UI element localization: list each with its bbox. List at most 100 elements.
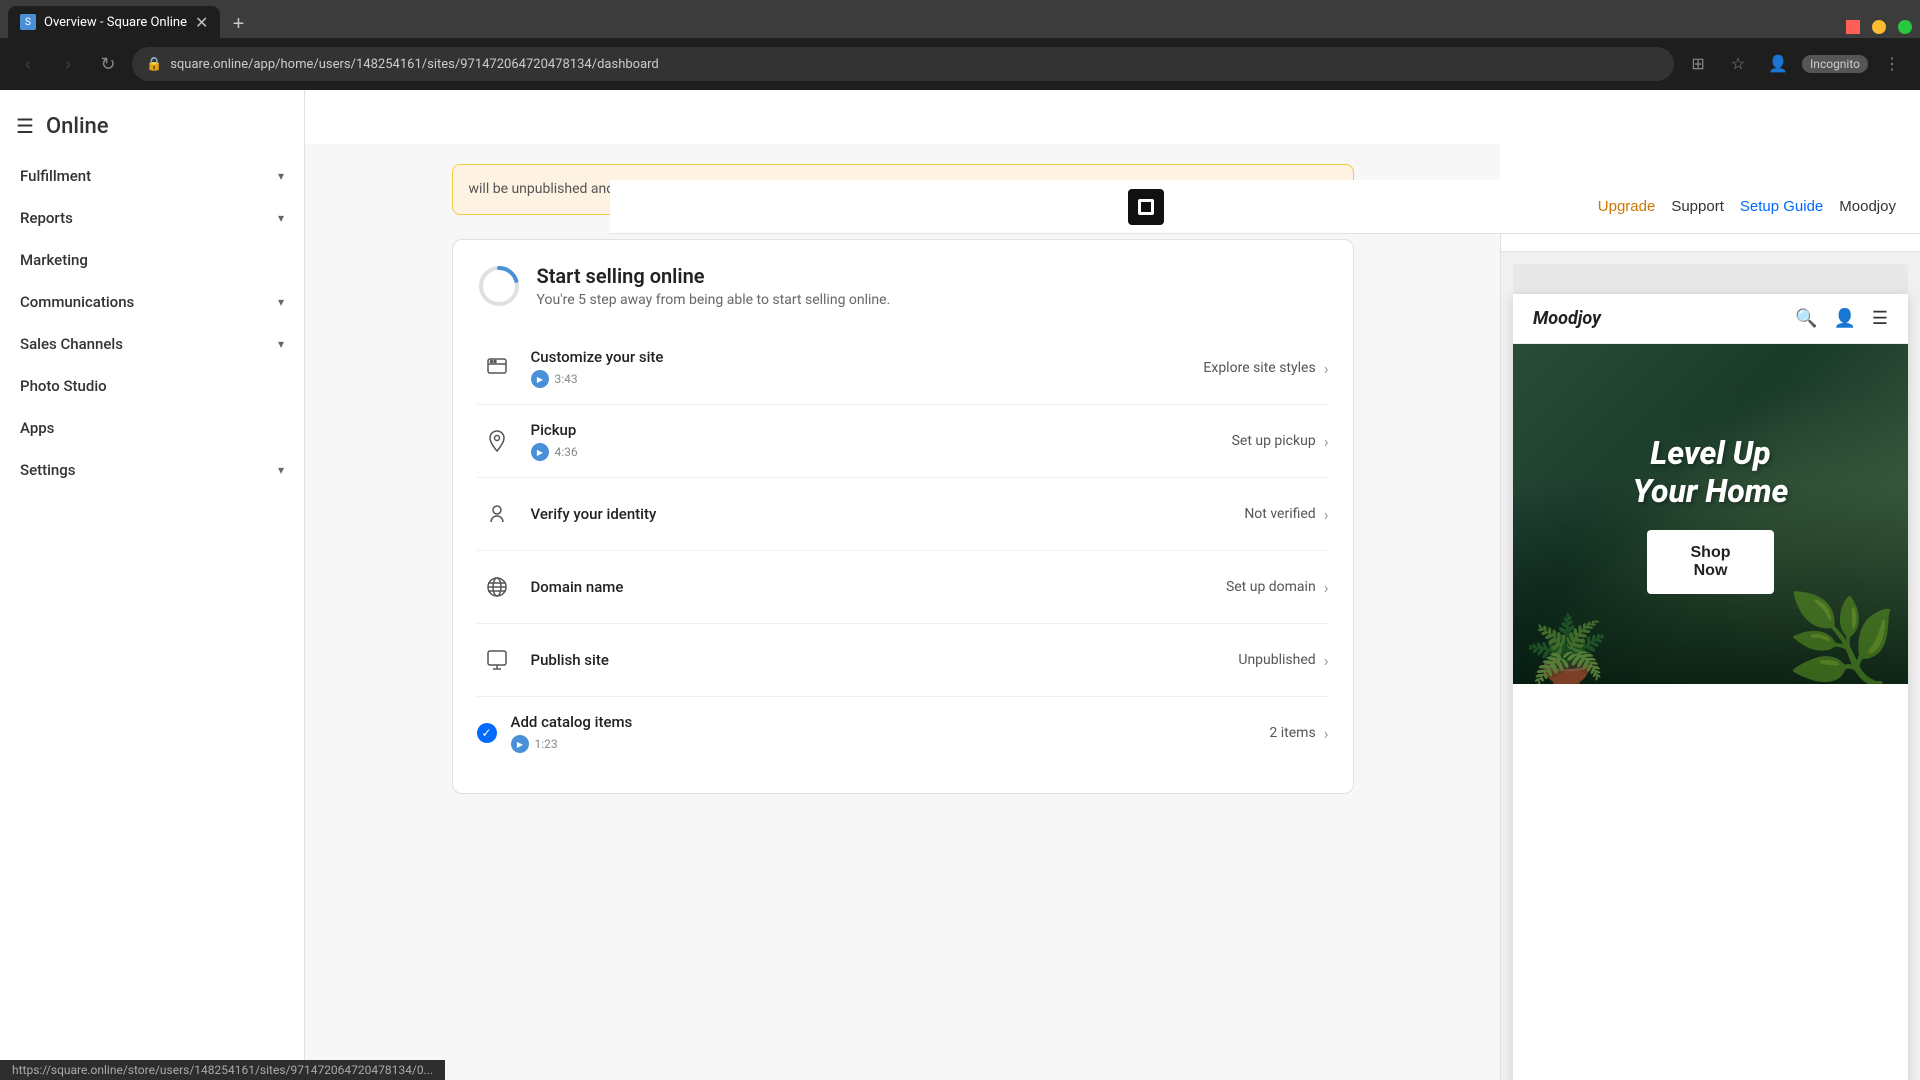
sidebar-sales-label: Sales Channels: [20, 335, 123, 353]
task-catalog-action: 2 items ›: [1269, 724, 1328, 743]
verify-identity-icon: [477, 494, 517, 534]
task-publish-title: Publish site: [531, 651, 1239, 669]
status-bar: https://square.online/store/users/148254…: [0, 1060, 445, 1080]
catalog-play-icon: ▶: [511, 735, 529, 753]
app: ☰ Online Fulfillment ▾ Reports ▾ Marketi…: [0, 90, 1920, 1080]
task-customize-content: Customize your site ▶ 3:43: [531, 348, 1204, 388]
task-publish-site[interactable]: Publish site Unpublished ›: [477, 624, 1329, 697]
task-domain-title: Domain name: [531, 578, 1226, 596]
plant-left-icon: 🪴: [1523, 612, 1610, 684]
not-verified-text: Not verified: [1244, 506, 1315, 522]
task-verify-action: Not verified ›: [1244, 505, 1328, 524]
sidebar-item-photo-studio[interactable]: Photo Studio: [0, 365, 304, 407]
fulfillment-chevron-icon: ▾: [278, 169, 284, 183]
browser-tabs: S Overview - Square Online ✕ +: [0, 0, 1920, 38]
bookmark-btn[interactable]: ☆: [1722, 48, 1754, 80]
nav-actions: ⊞ ☆ 👤 Incognito ⋮: [1682, 48, 1908, 80]
lock-icon: 🔒: [146, 57, 162, 72]
card-text: Start selling online You're 5 step away …: [537, 264, 891, 308]
top-bar-center: [1128, 189, 1164, 225]
active-tab[interactable]: S Overview - Square Online ✕: [8, 6, 220, 38]
task-domain-action: Set up domain ›: [1226, 578, 1329, 597]
tab-favicon: S: [20, 14, 36, 30]
task-verify-content: Verify your identity: [531, 505, 1245, 523]
reload-btn[interactable]: ↻: [92, 48, 124, 80]
menu-icon[interactable]: ☰: [1872, 308, 1888, 329]
sidebar-item-fulfillment[interactable]: Fulfillment ▾: [0, 155, 304, 197]
sidebar-item-reports[interactable]: Reports ▾: [0, 197, 304, 239]
new-tab-btn[interactable]: +: [224, 10, 252, 38]
task-customize-title: Customize your site: [531, 348, 1204, 366]
reports-chevron-icon: ▾: [278, 211, 284, 225]
user-btn[interactable]: Moodjoy: [1839, 198, 1896, 215]
window-maximize[interactable]: [1898, 20, 1912, 34]
pickup-icon: [477, 421, 517, 461]
task-customize-site[interactable]: Customize your site ▶ 3:43 Explore site …: [477, 332, 1329, 405]
sidebar-communications-label: Communications: [20, 293, 134, 311]
incognito-badge: Incognito: [1802, 55, 1868, 73]
extensions-btn[interactable]: ⊞: [1682, 48, 1714, 80]
window-minimize[interactable]: [1872, 20, 1886, 34]
sidebar-item-apps[interactable]: Apps: [0, 407, 304, 449]
back-btn[interactable]: ‹: [12, 48, 44, 80]
task-customize-video: ▶ 3:43: [531, 370, 1204, 388]
sales-chevron-icon: ▾: [278, 337, 284, 351]
task-pickup[interactable]: Pickup ▶ 4:36 Set up pickup ›: [477, 405, 1329, 478]
task-pickup-action: Set up pickup ›: [1232, 432, 1329, 451]
task-publish-chevron: ›: [1324, 651, 1329, 670]
task-catalog-time: 1:23: [535, 737, 558, 751]
task-add-catalog[interactable]: ✓ Add catalog items ▶ 1:23 2 items ›: [477, 697, 1329, 769]
address-bar[interactable]: 🔒 square.online/app/home/users/148254161…: [132, 47, 1674, 81]
task-pickup-time: 4:36: [555, 445, 578, 459]
tab-label: Overview - Square Online: [44, 15, 187, 30]
hamburger-btn[interactable]: ☰: [16, 114, 34, 139]
profile-btn[interactable]: 👤: [1762, 48, 1794, 80]
sidebar-reports-label: Reports: [20, 209, 73, 227]
square-logo: [1128, 189, 1164, 225]
support-btn[interactable]: Support: [1671, 198, 1724, 215]
user-icon[interactable]: 👤: [1833, 308, 1855, 329]
task-customize-chevron: ›: [1324, 359, 1329, 378]
menu-btn[interactable]: ⋮: [1876, 48, 1908, 80]
task-verify-identity[interactable]: Verify your identity Not verified ›: [477, 478, 1329, 551]
site-preview: Moodjoy 🔍 👤 ☰ 🌿 🪴: [1501, 252, 1920, 1080]
hero-text: Level UpYour Home Shop Now: [1631, 434, 1789, 595]
top-bar-actions: Upgrade Support Setup Guide Moodjoy: [1598, 198, 1896, 215]
task-complete-check: ✓: [477, 723, 497, 743]
progress-circle: [477, 264, 521, 308]
setup-guide-btn[interactable]: Setup Guide: [1740, 198, 1823, 215]
sidebar-logo: Online: [46, 114, 109, 139]
site-preview-inner: Moodjoy 🔍 👤 ☰ 🌿 🪴: [1513, 294, 1908, 1080]
search-icon[interactable]: 🔍: [1795, 308, 1817, 329]
task-publish-action: Unpublished ›: [1238, 651, 1328, 670]
sidebar-apps-label: Apps: [20, 419, 54, 437]
sidebar-item-marketing[interactable]: Marketing: [0, 239, 304, 281]
customize-site-icon: [477, 348, 517, 388]
task-verify-title: Verify your identity: [531, 505, 1245, 523]
explore-styles-text: Explore site styles: [1203, 360, 1315, 376]
window-close[interactable]: [1846, 20, 1860, 34]
sidebar-item-sales-channels[interactable]: Sales Channels ▾: [0, 323, 304, 365]
hero-title: Level UpYour Home: [1631, 434, 1789, 511]
upgrade-btn[interactable]: Upgrade: [1598, 198, 1656, 215]
plant-right-icon: 🌿: [1786, 589, 1898, 684]
unpublished-text: Unpublished: [1238, 652, 1315, 668]
sidebar-item-settings[interactable]: Settings ▾: [0, 449, 304, 491]
sidebar-settings-label: Settings: [20, 461, 76, 479]
tab-close-btn[interactable]: ✕: [195, 13, 208, 32]
task-domain-chevron: ›: [1324, 578, 1329, 597]
content-wrapper: will be unpublished and you'll lose acce…: [428, 144, 1378, 830]
publish-icon: [477, 640, 517, 680]
browser-nav: ‹ › ↻ 🔒 square.online/app/home/users/148…: [0, 38, 1920, 90]
sidebar-item-communications[interactable]: Communications ▾: [0, 281, 304, 323]
forward-btn[interactable]: ›: [52, 48, 84, 80]
setup-domain-text: Set up domain: [1226, 579, 1316, 595]
preview-panel: Preview Edit site Moodjoy 🔍 👤 ☰: [1500, 198, 1920, 1080]
task-domain-content: Domain name: [531, 578, 1226, 596]
task-domain-name[interactable]: Domain name Set up domain ›: [477, 551, 1329, 624]
task-customize-time: 3:43: [555, 372, 578, 386]
sidebar-marketing-label: Marketing: [20, 251, 88, 269]
shop-now-btn[interactable]: Shop Now: [1647, 530, 1774, 594]
communications-chevron-icon: ▾: [278, 295, 284, 309]
sidebar: ☰ Online Fulfillment ▾ Reports ▾ Marketi…: [0, 90, 305, 1080]
